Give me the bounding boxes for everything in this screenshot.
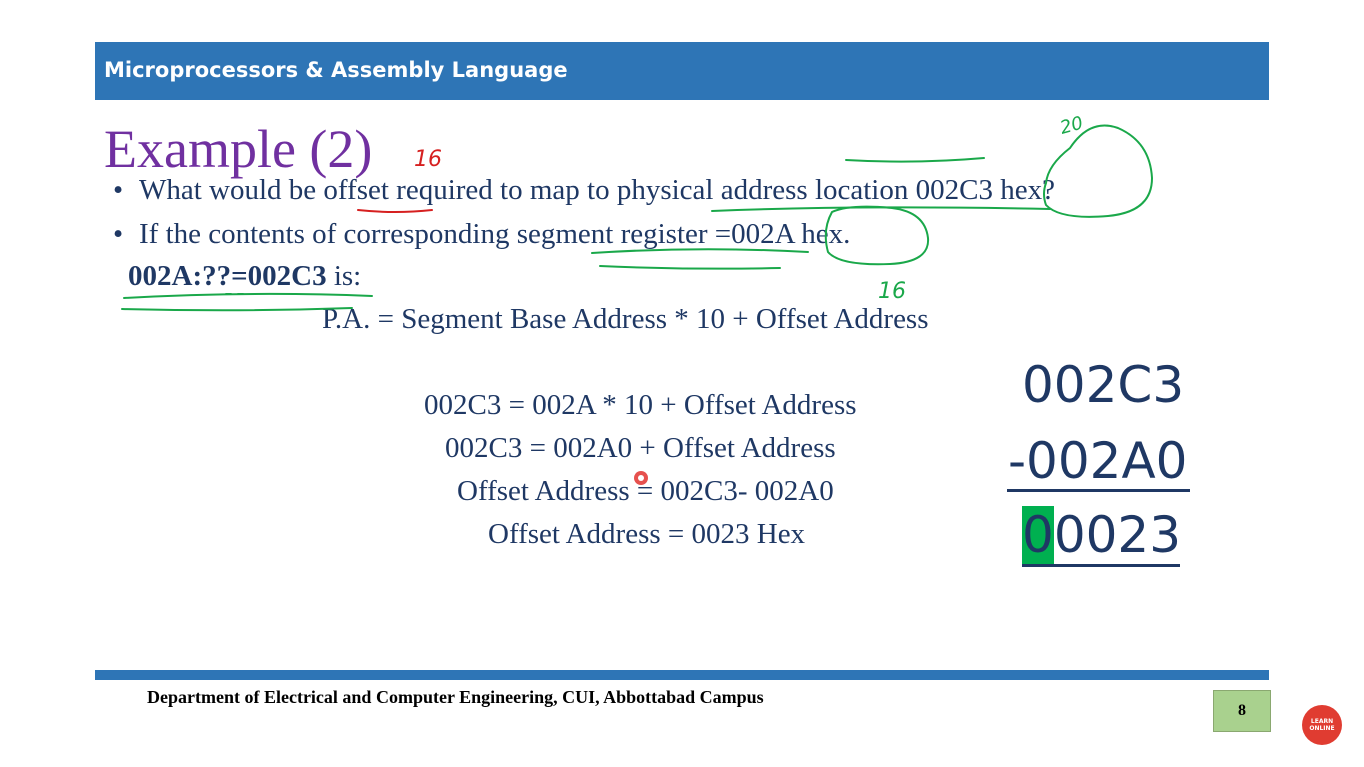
bullet-question: • What would be offset required to map to… bbox=[113, 174, 1055, 207]
bullet-text: What would be offset required to map to … bbox=[139, 174, 1055, 206]
subtraction-subtrahend: -002A0 bbox=[1008, 432, 1188, 490]
bullet-segment: • If the contents of corresponding segmen… bbox=[113, 218, 850, 251]
expression-bold: 002A:??=002C3 bbox=[128, 260, 327, 292]
step-2: 002C3 = 002A0 + Offset Address bbox=[445, 432, 836, 464]
step-3: Offset Address = 002C3- 002A0 bbox=[457, 475, 834, 507]
note-16-register: 16 bbox=[878, 279, 906, 304]
address-expression: 002A:??=002C3 is: bbox=[128, 260, 361, 293]
result-rest: 0023 bbox=[1053, 506, 1182, 564]
logo-line2: ONLINE bbox=[1309, 725, 1335, 732]
slide-title: Example (2) bbox=[104, 119, 373, 179]
footer-department: Department of Electrical and Computer En… bbox=[147, 687, 764, 707]
result-underline bbox=[1022, 564, 1180, 567]
bullet-dot: • bbox=[113, 218, 124, 250]
step-4: Offset Address = 0023 Hex bbox=[488, 518, 806, 550]
note-20: 20 bbox=[1058, 113, 1086, 139]
result-highlight: 0 bbox=[1022, 506, 1054, 564]
bullet-text: If the contents of corresponding segment… bbox=[139, 218, 851, 250]
bullet-dot: • bbox=[113, 174, 124, 206]
physical-address-formula: P.A. = Segment Base Address * 10 + Offse… bbox=[322, 303, 929, 335]
footer-bar bbox=[95, 670, 1269, 680]
header-title: Microprocessors & Assembly Language bbox=[104, 58, 568, 82]
page-number: 8 bbox=[1213, 690, 1271, 732]
learn-online-logo: LEARN ONLINE bbox=[1302, 705, 1342, 745]
expression-rest: is: bbox=[326, 260, 362, 292]
subtraction-rule bbox=[1007, 489, 1190, 492]
note-16-title: 16 bbox=[414, 147, 442, 172]
step-1: 002C3 = 002A * 10 + Offset Address bbox=[424, 389, 857, 421]
subtraction-result: 00023 bbox=[1022, 506, 1181, 564]
logo-line1: LEARN bbox=[1310, 718, 1334, 725]
subtraction-minuend: 002C3 bbox=[1022, 356, 1185, 414]
